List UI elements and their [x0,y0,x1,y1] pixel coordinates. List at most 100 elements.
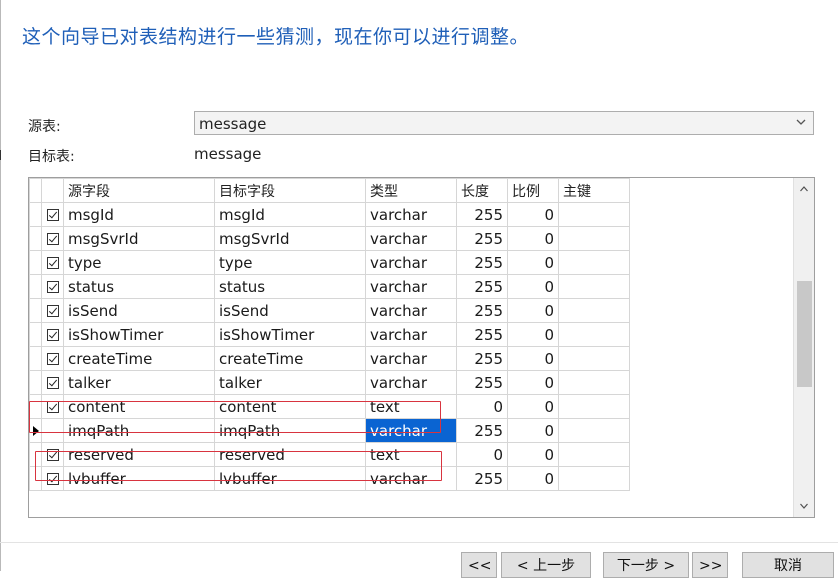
column-header-length[interactable]: 长度 [456,178,508,203]
type-cell[interactable]: varchar [365,250,457,275]
scale-cell[interactable]: 0 [507,442,559,467]
column-header-source-field[interactable]: 源字段 [63,178,215,203]
length-cell[interactable]: 255 [456,274,508,299]
length-cell[interactable]: 255 [456,202,508,227]
scale-cell[interactable]: 0 [507,322,559,347]
include-field-checkbox[interactable] [47,329,59,341]
type-cell[interactable]: varchar [365,298,457,323]
target-field-cell[interactable]: isShowTimer [214,322,366,347]
length-cell[interactable]: 255 [456,346,508,371]
primary-key-cell[interactable] [558,346,630,371]
scale-cell[interactable]: 0 [507,250,559,275]
length-cell[interactable]: 255 [456,322,508,347]
target-field-cell[interactable]: status [214,274,366,299]
type-cell[interactable]: varchar [365,274,457,299]
target-field-cell[interactable]: msgId [214,202,366,227]
source-field-cell[interactable]: msgId [63,202,215,227]
type-cell[interactable]: varchar [365,226,457,251]
row-indicator-cell[interactable] [29,250,42,275]
length-cell[interactable]: 255 [456,226,508,251]
primary-key-cell[interactable] [558,442,630,467]
source-field-cell[interactable]: status [63,274,215,299]
source-field-cell[interactable]: type [63,250,215,275]
first-step-button[interactable]: << [461,552,497,578]
scale-cell[interactable]: 0 [507,466,559,491]
include-field-checkbox[interactable] [47,257,59,269]
target-field-cell[interactable]: createTime [214,346,366,371]
target-field-cell[interactable]: isSend [214,298,366,323]
target-field-cell[interactable]: talker [214,370,366,395]
source-field-cell[interactable]: isSend [63,298,215,323]
column-header-primary-key[interactable]: 主键 [558,178,630,203]
type-cell[interactable]: varchar [365,322,457,347]
column-header-type[interactable]: 类型 [365,178,457,203]
vertical-scrollbar[interactable] [793,178,814,517]
table-row[interactable]: msgId msgId varchar 255 0 [29,202,630,227]
previous-step-button[interactable]: < 上一步 [501,552,591,578]
target-field-cell[interactable]: type [214,250,366,275]
primary-key-cell[interactable] [558,466,630,491]
target-field-cell[interactable]: msgSvrId [214,226,366,251]
scrollbar-thumb[interactable] [797,281,812,387]
primary-key-cell[interactable] [558,370,630,395]
column-header-scale[interactable]: 比例 [507,178,559,203]
row-indicator-cell[interactable] [29,274,42,299]
table-row[interactable]: isShowTimer isShowTimer varchar 255 0 [29,322,630,347]
source-table-dropdown[interactable]: message [194,111,814,135]
primary-key-cell[interactable] [558,394,630,419]
last-step-button[interactable]: >> [692,552,728,578]
scale-cell[interactable]: 0 [507,226,559,251]
row-indicator-cell[interactable] [29,298,42,323]
table-row[interactable]: status status varchar 255 0 [29,274,630,299]
include-field-checkbox[interactable] [47,353,59,365]
type-cell[interactable]: varchar [365,202,457,227]
scale-cell[interactable]: 0 [507,274,559,299]
include-field-checkbox[interactable] [47,233,59,245]
length-cell[interactable]: 255 [456,298,508,323]
row-indicator-cell[interactable] [29,346,42,371]
table-row[interactable]: isSend isSend varchar 255 0 [29,298,630,323]
table-row[interactable]: msgSvrId msgSvrId varchar 255 0 [29,226,630,251]
table-row[interactable]: createTime createTime varchar 255 0 [29,346,630,371]
table-row[interactable]: talker talker varchar 255 0 [29,370,630,395]
source-field-cell[interactable]: isShowTimer [63,322,215,347]
source-field-cell[interactable]: createTime [63,346,215,371]
length-cell[interactable]: 255 [456,466,508,491]
primary-key-cell[interactable] [558,226,630,251]
include-field-checkbox[interactable] [47,377,59,389]
column-header-target-field[interactable]: 目标字段 [214,178,366,203]
primary-key-cell[interactable] [558,298,630,323]
type-cell[interactable]: varchar [365,370,457,395]
next-step-button[interactable]: 下一步 > [603,552,689,578]
primary-key-cell[interactable] [558,322,630,347]
primary-key-cell[interactable] [558,274,630,299]
length-cell[interactable]: 0 [456,442,508,467]
source-field-cell[interactable]: talker [63,370,215,395]
length-cell[interactable]: 0 [456,394,508,419]
length-cell[interactable]: 255 [456,250,508,275]
include-field-checkbox[interactable] [47,281,59,293]
scale-cell[interactable]: 0 [507,298,559,323]
include-field-checkbox[interactable] [47,305,59,317]
scale-cell[interactable]: 0 [507,394,559,419]
source-field-cell[interactable]: msgSvrId [63,226,215,251]
scroll-up-arrow-icon[interactable] [799,184,809,194]
length-cell[interactable]: 255 [456,370,508,395]
row-indicator-cell[interactable] [29,322,42,347]
primary-key-cell[interactable] [558,418,630,443]
type-cell[interactable]: varchar [365,346,457,371]
row-indicator-cell[interactable] [29,202,42,227]
primary-key-cell[interactable] [558,202,630,227]
length-cell[interactable]: 255 [456,418,508,443]
include-field-checkbox[interactable] [47,209,59,221]
scale-cell[interactable]: 0 [507,370,559,395]
scale-cell[interactable]: 0 [507,202,559,227]
cancel-button[interactable]: 取消 [742,552,834,578]
row-indicator-cell[interactable] [29,226,42,251]
scale-cell[interactable]: 0 [507,346,559,371]
row-indicator-cell[interactable] [29,370,42,395]
scale-cell[interactable]: 0 [507,418,559,443]
table-row[interactable]: type type varchar 255 0 [29,250,630,275]
scroll-down-arrow-icon[interactable] [799,501,809,511]
primary-key-cell[interactable] [558,250,630,275]
